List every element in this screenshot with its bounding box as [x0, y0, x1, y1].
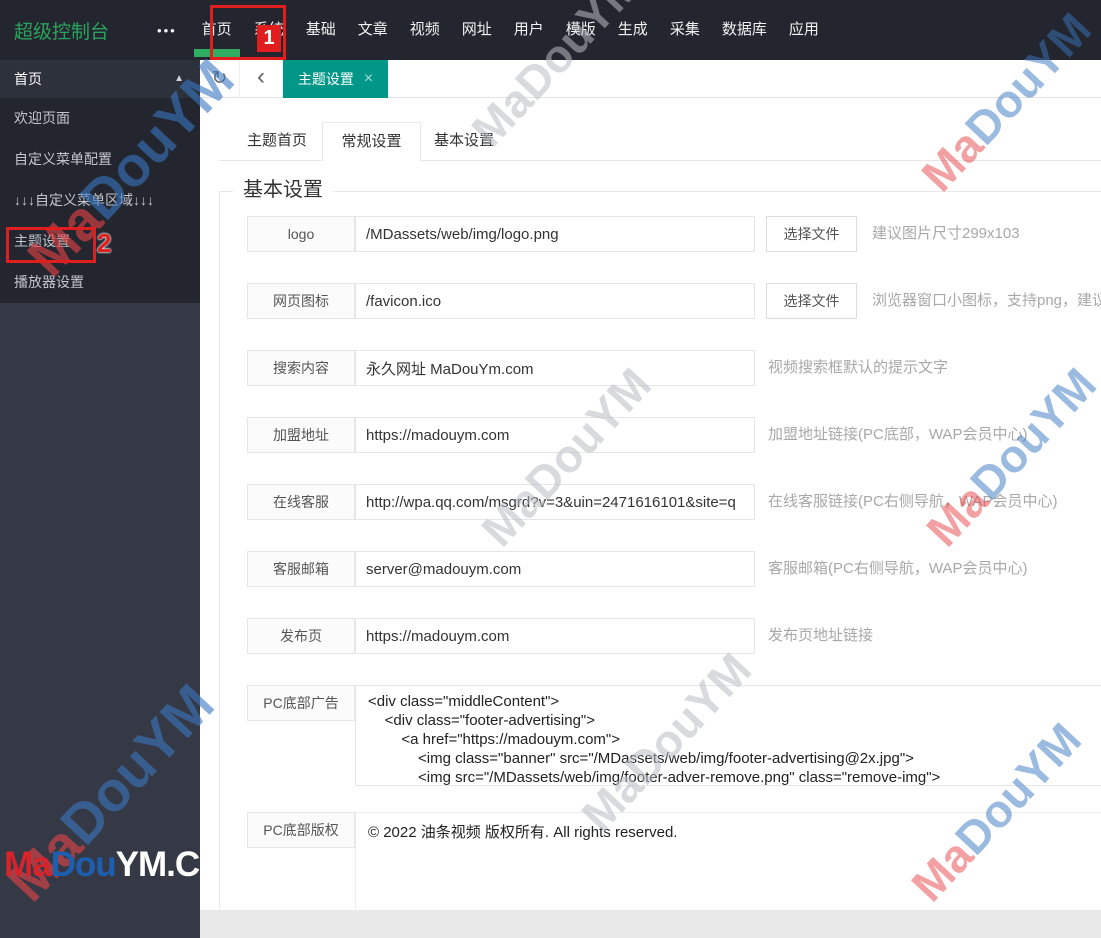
service-email-input[interactable] [355, 551, 755, 587]
nav-item-generate[interactable]: 生成 [607, 0, 659, 60]
scroll-left-button[interactable]: ‹ [240, 60, 283, 97]
tab-general-settings[interactable]: 常规设置 [322, 122, 421, 161]
main-content: 主题首页 常规设置 基本设置 基本设置 logo 选择文件 建议图片尺寸299x… [200, 98, 1101, 938]
sidebar-menu: 首页 ▲ 欢迎页面 自定义菜单配置 ↓↓↓自定义菜单区域↓↓↓ 主题设置 播放器… [0, 60, 200, 303]
field-label: 客服邮箱 [247, 551, 355, 587]
sidebar-group-label: 首页 [14, 71, 42, 87]
nav-item-user[interactable]: 用户 [503, 0, 555, 60]
field-hint: 客服邮箱(PC右侧导航，WAP会员中心) [768, 560, 1028, 577]
field-hint: 加盟地址链接(PC底部，WAP会员中心) [768, 426, 1028, 443]
sidebar-item-player-settings[interactable]: 播放器设置 [0, 262, 200, 303]
page-tabbar: ↻ ‹ 主题设置 × [200, 60, 1101, 98]
field-hint: 发布页地址链接 [768, 627, 874, 644]
field-label: 搜索内容 [247, 350, 355, 386]
top-nav: 首页 系统 基础 文章 视频 网址 用户 模版 生成 采集 数据库 应用 [191, 0, 830, 60]
annotation-step1-number: 1 [257, 25, 281, 52]
field-hint: 浏览器窗口小图标，支持png，建议格 [872, 292, 1101, 309]
nav-item-database[interactable]: 数据库 [711, 0, 778, 60]
more-menu-icon[interactable]: ••• [157, 23, 177, 38]
tab-basic-settings[interactable]: 基本设置 [414, 122, 514, 160]
settings-tabs: 主题首页 常规设置 基本设置 [219, 122, 1101, 161]
sidebar-item-custom-menu-config[interactable]: 自定义菜单配置 [0, 139, 200, 180]
field-hint: 在线客服链接(PC右侧导航，WAP会员中心) [768, 493, 1058, 510]
nav-item-article[interactable]: 文章 [347, 0, 399, 60]
field-label: logo [247, 216, 355, 252]
tab-theme-settings[interactable]: 主题设置 × [283, 60, 388, 98]
admin-console-page: 超级控制台 ••• 首页 系统 基础 文章 视频 网址 用户 模版 生成 采集 … [0, 0, 1101, 938]
search-text-input[interactable] [355, 350, 755, 386]
logo-path-input[interactable] [355, 216, 755, 252]
nav-item-app[interactable]: 应用 [778, 0, 830, 60]
bottom-scroll-strip [200, 910, 1101, 938]
chevron-left-icon: ‹ [257, 62, 265, 90]
annotation-step2-number: 2 [97, 228, 112, 258]
publish-page-input[interactable] [355, 618, 755, 654]
field-label: PC底部版权 [247, 812, 355, 848]
favicon-path-input[interactable] [355, 283, 755, 319]
sidebar-item-welcome[interactable]: 欢迎页面 [0, 98, 200, 139]
app-title: 超级控制台 [14, 21, 110, 43]
nav-item-basic[interactable]: 基础 [295, 0, 347, 60]
nav-item-collect[interactable]: 采集 [659, 0, 711, 60]
online-service-input[interactable] [355, 484, 755, 520]
sidebar: 首页 ▲ 欢迎页面 自定义菜单配置 ↓↓↓自定义菜单区域↓↓↓ 主题设置 播放器… [0, 60, 200, 938]
refresh-icon: ↻ [211, 68, 228, 89]
sidebar-group-home[interactable]: 首页 ▲ [0, 60, 200, 98]
collapse-arrow-icon: ▲ [174, 73, 184, 84]
tab-theme-home[interactable]: 主题首页 [227, 122, 327, 160]
refresh-button[interactable]: ↻ [200, 60, 240, 97]
nav-item-template[interactable]: 模版 [555, 0, 607, 60]
field-label: 在线客服 [247, 484, 355, 520]
field-label: 网页图标 [247, 283, 355, 319]
join-url-input[interactable] [355, 417, 755, 453]
topbar: 超级控制台 ••• 首页 系统 基础 文章 视频 网址 用户 模版 生成 采集 … [0, 0, 1101, 60]
close-icon[interactable]: × [364, 70, 373, 88]
fieldset-legend: 基本设置 [233, 175, 333, 205]
madouym-logo-watermark: MaDouYM.Com [4, 845, 251, 884]
field-label: 加盟地址 [247, 417, 355, 453]
choose-file-button[interactable]: 选择文件 [766, 283, 857, 319]
footer-ad-textarea[interactable]: <div class="middleContent"> <div class="… [355, 685, 1101, 786]
choose-file-button[interactable]: 选择文件 [766, 216, 857, 252]
tab-label: 主题设置 [297, 71, 354, 87]
nav-item-video[interactable]: 视频 [399, 0, 451, 60]
field-label: PC底部广告 [247, 685, 355, 721]
sidebar-item-custom-menu-area[interactable]: ↓↓↓自定义菜单区域↓↓↓ [0, 180, 200, 221]
field-label: 发布页 [247, 618, 355, 654]
annotation-box-step2 [6, 227, 96, 263]
field-hint: 视频搜索框默认的提示文字 [768, 359, 949, 376]
nav-item-url[interactable]: 网址 [451, 0, 503, 60]
field-hint: 建议图片尺寸299x103 [872, 225, 1020, 242]
footer-ad-code: <div class="middleContent"> <div class="… [368, 693, 941, 786]
